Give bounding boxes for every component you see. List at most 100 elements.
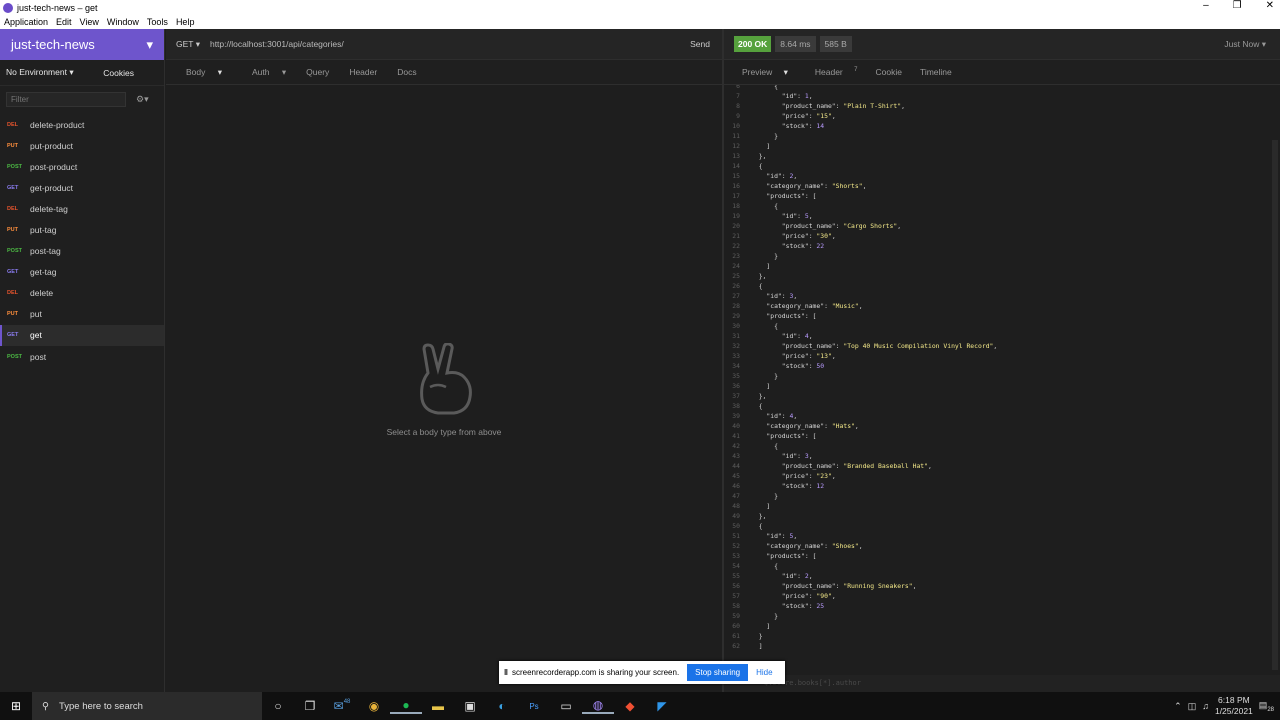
vscode-icon[interactable]: ◤ — [646, 699, 678, 713]
tab-body[interactable]: Body ▾ — [166, 67, 232, 78]
json-line: 13 }, — [732, 152, 767, 160]
chevron-up-icon[interactable]: ⌃ — [1174, 701, 1182, 712]
insomnia-icon[interactable]: ◍ — [582, 698, 614, 714]
request-item[interactable]: PUT put-tag — [0, 219, 164, 240]
request-item-selected[interactable]: GET get — [0, 324, 164, 347]
peace-hand-icon — [420, 343, 472, 415]
task-view-icon[interactable]: ❐ — [294, 699, 326, 713]
request-item[interactable]: GET get-product — [0, 177, 164, 198]
json-line: 26 { — [732, 282, 763, 290]
json-line: 7 "id": 1, — [736, 92, 813, 100]
tab-header[interactable]: Header — [339, 67, 387, 77]
method-badge: DEL — [7, 290, 18, 297]
cortana-icon[interactable]: ○ — [262, 699, 294, 713]
json-line: 45 "price": "23", — [732, 472, 836, 480]
request-tabs: Body ▾ Auth ▾ Query Header Docs — [166, 60, 722, 85]
json-line: 47 } — [732, 492, 778, 500]
minimize-button[interactable]: – — [1203, 0, 1209, 11]
menu-bar: Application Edit View Window Tools Help — [0, 15, 1280, 29]
menu-view[interactable]: View — [76, 17, 103, 27]
notification-icon[interactable]: ▤28 — [1259, 700, 1274, 713]
json-line: 9 "price": "15", — [736, 112, 836, 120]
filter-row: ⚙▾ — [0, 86, 164, 112]
workspace-dropdown[interactable]: just-tech-news ▾ — [0, 29, 164, 60]
tab-cookie[interactable]: Cookie — [866, 67, 910, 77]
menu-edit[interactable]: Edit — [52, 17, 76, 27]
workspace-name: just-tech-news — [11, 37, 95, 52]
json-line: 33 "price": "13", — [732, 352, 836, 360]
windows-start-icon[interactable]: ⊞ — [0, 699, 32, 713]
notification-count: 28 — [1267, 706, 1274, 713]
drag-handle-icon[interactable]: ‖ — [499, 668, 512, 677]
request-item[interactable]: DEL delete-tag — [0, 198, 164, 219]
method-badge: POST — [7, 163, 22, 170]
taskbar-search[interactable]: ⚲ Type here to search — [32, 692, 262, 720]
filter-input[interactable] — [6, 91, 126, 107]
tab-timeline[interactable]: Timeline — [911, 67, 961, 77]
json-line: 52 "category_name": "Shoes", — [732, 542, 863, 550]
request-item[interactable]: PUT put-product — [0, 135, 164, 156]
menu-help[interactable]: Help — [172, 17, 199, 27]
json-line: 11 } — [732, 132, 778, 140]
json-line: 30 { — [732, 322, 778, 330]
request-item[interactable]: POST post — [0, 346, 164, 367]
method-dropdown[interactable]: GET ▾ — [166, 39, 210, 50]
json-line: 22 "stock": 22 — [732, 242, 825, 250]
terminal-icon[interactable]: ▭ — [550, 699, 582, 713]
method-badge: PUT — [7, 227, 18, 234]
menu-window[interactable]: Window — [103, 17, 143, 27]
chrome-icon[interactable]: ◉ — [358, 699, 390, 713]
gear-icon[interactable]: ⚙▾ — [136, 94, 149, 105]
file-explorer-icon[interactable]: ▬ — [422, 699, 454, 713]
environment-dropdown[interactable]: No Environment ▾ — [6, 67, 74, 78]
request-item[interactable]: POST post-tag — [0, 241, 164, 262]
tab-query[interactable]: Query — [296, 67, 339, 77]
request-name: put — [30, 309, 42, 320]
request-item[interactable]: POST post-product — [0, 156, 164, 177]
url-input[interactable]: http://localhost:3001/api/categories/ — [210, 39, 678, 49]
time-badge: 8.64 ms — [775, 36, 816, 52]
tab-response-header[interactable]: Header 7 — [797, 67, 867, 77]
json-line: 58 "stock": 25 — [732, 602, 825, 610]
request-item[interactable]: DEL delete — [0, 283, 164, 304]
empty-body-message: Select a body type from above — [386, 427, 502, 437]
request-name: get — [30, 330, 42, 341]
json-line: 17 "products": [ — [732, 192, 817, 200]
json-line: 37 }, — [732, 392, 767, 400]
clock[interactable]: 6:18 PM 1/25/2021 — [1215, 695, 1253, 717]
tab-docs[interactable]: Docs — [387, 67, 426, 77]
tab-preview[interactable]: Preview ▾ — [724, 67, 797, 78]
method-badge: DEL — [7, 205, 18, 212]
git-icon[interactable]: ◆ — [614, 699, 646, 713]
menu-tools[interactable]: Tools — [143, 17, 172, 27]
send-button[interactable]: Send — [678, 39, 722, 49]
cookies-button[interactable]: Cookies — [103, 68, 134, 78]
spotify-icon[interactable]: ● — [390, 698, 422, 714]
volume-icon[interactable]: ♫ — [1202, 701, 1209, 711]
request-name: delete-product — [30, 119, 85, 130]
maximize-button[interactable]: ❐ — [1233, 0, 1242, 11]
stop-sharing-button[interactable]: Stop sharing — [687, 664, 749, 681]
method-badge: PUT — [7, 311, 18, 318]
scrollbar[interactable] — [1272, 140, 1278, 670]
request-name: delete-tag — [30, 203, 68, 214]
hide-button[interactable]: Hide — [756, 668, 772, 677]
tab-auth[interactable]: Auth ▾ — [232, 67, 296, 78]
network-icon[interactable]: ◫ — [1188, 701, 1197, 712]
store-icon[interactable]: ▣ — [454, 699, 486, 713]
menu-application[interactable]: Application — [0, 17, 52, 27]
photoshop-icon[interactable]: Ps — [518, 702, 550, 711]
mail-icon[interactable]: ✉ 48 — [326, 699, 358, 713]
screen-share-bar: ‖ screenrecorderapp.com is sharing your … — [499, 661, 785, 684]
response-filter-bar: $.store.books[*].author — [724, 675, 1280, 692]
edge-icon[interactable]: ◐ — [486, 699, 518, 713]
chevron-down-icon: ▾ — [146, 36, 153, 52]
close-button[interactable]: ✕ — [1266, 0, 1274, 11]
request-item[interactable]: GET get-tag — [0, 262, 164, 283]
request-item[interactable]: PUT put — [0, 304, 164, 325]
request-item[interactable]: DEL delete-product — [0, 114, 164, 135]
json-line: 35 } — [732, 372, 778, 380]
history-dropdown[interactable]: Just Now ▾ — [1224, 39, 1266, 50]
json-line: 46 "stock": 12 — [732, 482, 825, 490]
method-badge: GET — [7, 332, 19, 339]
